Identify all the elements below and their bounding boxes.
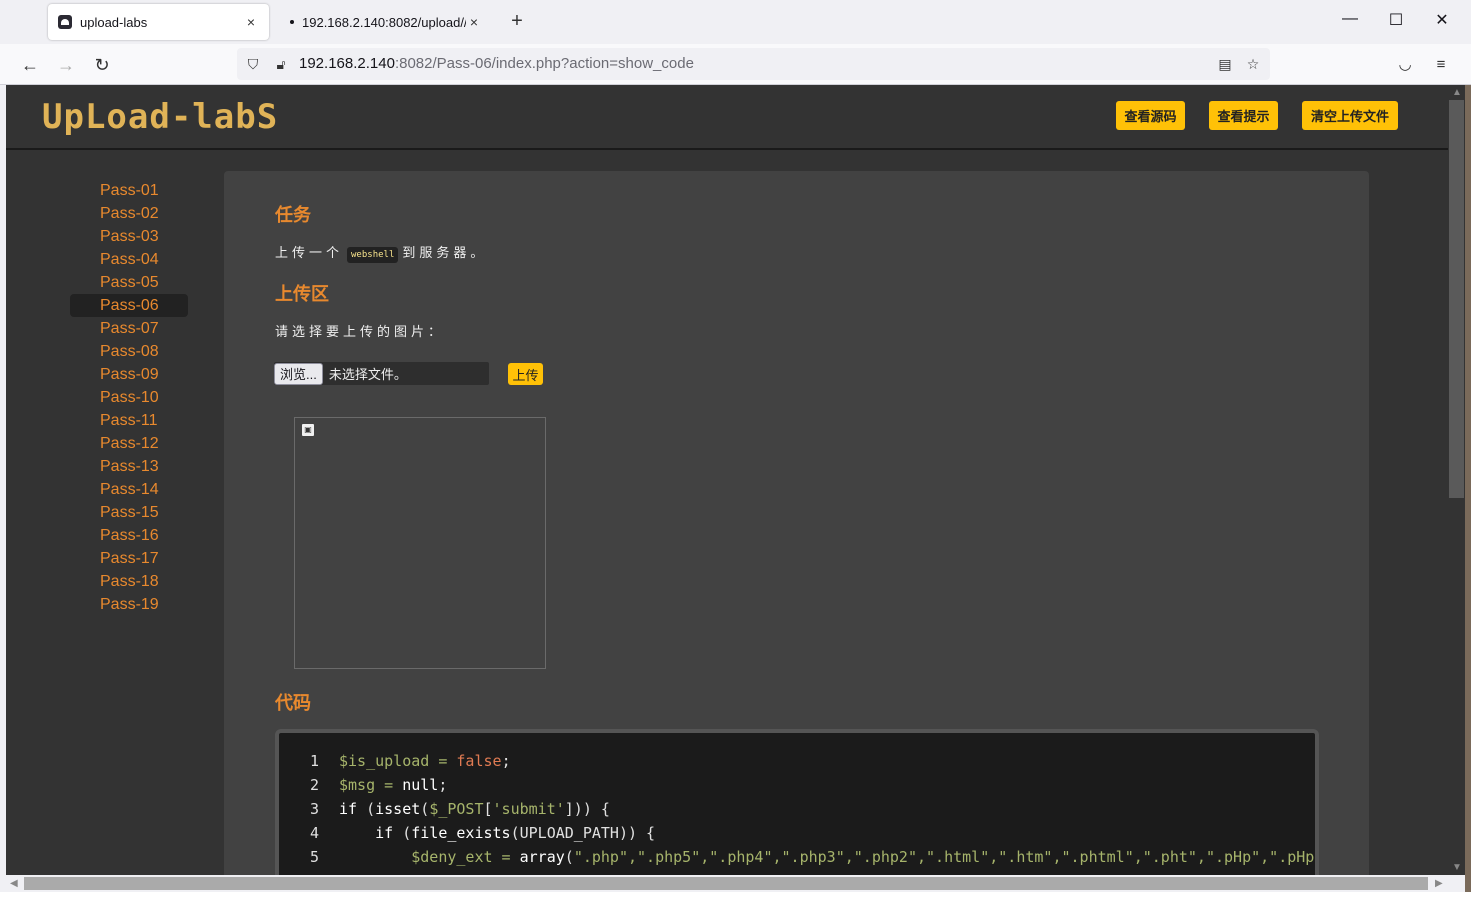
tab-label: 192.168.2.140:8082/upload// [302, 14, 466, 30]
sidebar-item-pass-16[interactable]: Pass-16 [70, 524, 188, 547]
sidebar-item-pass-17[interactable]: Pass-17 [70, 547, 188, 570]
bookmark-star-icon[interactable]: ☆ [1244, 55, 1262, 73]
task-text: 上传一个 webshell 到服务器。 [275, 242, 487, 263]
upload-submit-button[interactable]: 上传 [508, 363, 543, 385]
sidebar-item-pass-04[interactable]: Pass-04 [70, 248, 188, 271]
maximize-icon[interactable]: ☐ [1386, 10, 1406, 30]
sidebar-item-pass-18[interactable]: Pass-18 [70, 570, 188, 593]
sidebar-item-pass-06[interactable]: Pass-06 [70, 294, 188, 317]
clear-uploads-button[interactable]: 清空上传文件 [1302, 101, 1398, 130]
sidebar-item-pass-14[interactable]: Pass-14 [70, 478, 188, 501]
page-viewport: UpLoad-labS 查看源码 查看提示 清空上传文件 Pass-01 Pass… [6, 85, 1448, 875]
scroll-down-icon[interactable]: ▼ [1452, 862, 1462, 873]
browse-button[interactable]: 浏览... [274, 362, 323, 385]
url-bar[interactable]: ⛉ 🔓︎ 192.168.2.140:8082/Pass-06/index.ph… [237, 48, 1270, 80]
horizontal-scrollbar-thumb[interactable] [24, 877, 1428, 890]
sidebar-item-pass-03[interactable]: Pass-03 [70, 225, 188, 248]
code-line: 1 $is_upload = false; [309, 752, 511, 770]
insecure-lock-icon[interactable]: 🔓︎ [272, 55, 290, 73]
upload-heading: 上传区 [275, 284, 329, 304]
tab-upload-labs[interactable]: upload-labs × [48, 4, 269, 40]
sidebar-item-pass-15[interactable]: Pass-15 [70, 501, 188, 524]
desktop-bottom-edge [0, 892, 1471, 898]
code-line: 4 if (file_exists(UPLOAD_PATH)) { [309, 824, 656, 842]
url-text[interactable]: 192.168.2.140:8082/Pass-06/index.php?act… [299, 55, 694, 72]
tab-bar: upload-labs × 192.168.2.140:8082/upload/… [0, 0, 1471, 44]
sidebar-item-pass-10[interactable]: Pass-10 [70, 386, 188, 409]
code-block: 1 $is_upload = false; 2 $msg = null; 3 if (… [275, 729, 1319, 875]
sidebar-item-pass-08[interactable]: Pass-08 [70, 340, 188, 363]
sidebar-item-pass-09[interactable]: Pass-09 [70, 363, 188, 386]
scroll-up-icon[interactable]: ▲ [1452, 87, 1462, 98]
vertical-scrollbar-thumb[interactable] [1449, 100, 1464, 498]
sidebar-item-pass-01[interactable]: Pass-01 [70, 179, 188, 202]
navigation-bar: ← → ↻ ⛉ 🔓︎ 192.168.2.140:8082/Pass-06/in… [0, 44, 1471, 85]
webshell-code: webshell [347, 247, 399, 263]
scroll-left-icon[interactable]: ◀ [10, 878, 18, 889]
view-hint-button[interactable]: 查看提示 [1209, 101, 1278, 130]
tab-label: upload-labs [80, 14, 148, 30]
sidebar-item-pass-07[interactable]: Pass-07 [70, 317, 188, 340]
sidebar-item-pass-13[interactable]: Pass-13 [70, 455, 188, 478]
image-preview: ▣ [294, 417, 546, 669]
sidebar-item-pass-02[interactable]: Pass-02 [70, 202, 188, 225]
broken-image-icon: ▣ [302, 424, 314, 436]
sidebar-item-pass-05[interactable]: Pass-05 [70, 271, 188, 294]
shield-icon[interactable]: ⛉ [244, 55, 262, 73]
code-line: 2 $msg = null; [309, 776, 448, 794]
code-line: 5 $deny_ext = array(".php",".php5",".php… [309, 848, 1319, 866]
tab-upload-path[interactable]: 192.168.2.140:8082/upload// × [280, 4, 492, 40]
code-line: 3 if (isset($_POST['submit'])) { [309, 800, 610, 818]
sidebar-item-pass-11[interactable]: Pass-11 [70, 409, 188, 432]
back-icon[interactable]: ← [17, 52, 43, 78]
new-tab-icon[interactable]: + [507, 10, 527, 33]
desktop-edge [1465, 85, 1471, 892]
main-panel: 任务 上传一个 webshell 到服务器。 上传区 请选择要上传的图片： 浏览..… [224, 171, 1369, 875]
pocket-icon[interactable]: ◡ [1395, 55, 1415, 75]
scroll-right-icon[interactable]: ▶ [1435, 878, 1443, 889]
task-heading: 任务 [275, 205, 311, 225]
site-favicon-icon [58, 15, 72, 29]
forward-icon[interactable]: → [53, 52, 79, 78]
upload-prompt: 请选择要上传的图片： [275, 324, 446, 339]
window-close-icon[interactable]: ✕ [1432, 10, 1452, 30]
code-heading: 代码 [275, 693, 311, 713]
file-input[interactable]: 浏览... 未选择文件。 [274, 362, 489, 385]
reader-view-icon[interactable]: ▤ [1216, 55, 1234, 73]
site-header: UpLoad-labS 查看源码 查看提示 清空上传文件 [6, 85, 1448, 150]
pass-sidebar: Pass-01 Pass-02 Pass-03 Pass-04 Pass-05 Pass-… [70, 179, 188, 616]
tab-close-icon[interactable]: × [466, 14, 482, 30]
sidebar-item-pass-19[interactable]: Pass-19 [70, 593, 188, 616]
minimize-icon[interactable]: — [1340, 10, 1360, 28]
reload-icon[interactable]: ↻ [89, 52, 115, 78]
site-logo[interactable]: UpLoad-labS [42, 97, 278, 137]
file-status: 未选择文件。 [328, 367, 407, 382]
sidebar-item-pass-12[interactable]: Pass-12 [70, 432, 188, 455]
tab-loading-dot-icon [290, 20, 294, 24]
menu-icon[interactable]: ≡ [1431, 55, 1451, 75]
view-source-button[interactable]: 查看源码 [1116, 101, 1185, 130]
tab-close-icon[interactable]: × [243, 14, 259, 30]
